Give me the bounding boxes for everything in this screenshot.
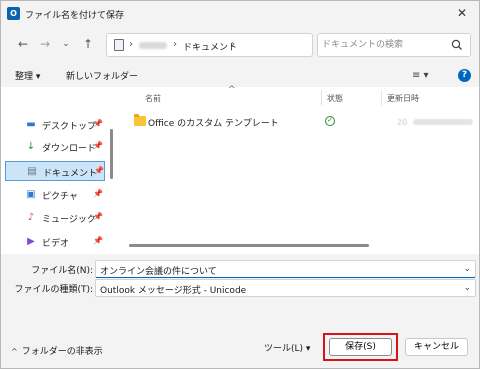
sidebar-item-pictures[interactable]: ▣ ピクチャ 📌 — [5, 185, 105, 205]
save-button[interactable]: 保存(S) — [329, 338, 392, 356]
sidebar-item-label: ドキュメント — [43, 169, 98, 179]
sidebar-item-music[interactable]: ♪ ミュージック 📌 — [5, 208, 105, 228]
chevron-down-icon[interactable]: ⌄ — [463, 283, 471, 293]
column-header-modified[interactable]: 更新日時 — [387, 93, 419, 104]
sidebar-item-label: ダウンロード — [42, 144, 97, 154]
filename-field[interactable]: オンライン会議の件について ⌄ — [95, 260, 476, 278]
sidebar-item-label: ピクチャ — [42, 192, 78, 202]
save-as-dialog: O ファイル名を付けて保存 ✕ ← → ⌄ ↑ › › ドキュメント › ⌄ ↻… — [0, 0, 480, 369]
sidebar-item-desktop[interactable]: ▬ デスクトップ 📌 — [5, 115, 105, 135]
hide-folders-label: フォルダーの非表示 — [21, 347, 103, 357]
filetype-label: ファイルの種類(T): — [14, 285, 93, 295]
filename-label: ファイル名(N): — [31, 266, 93, 276]
documents-icon: ▤ — [27, 166, 37, 177]
tools-menu-button[interactable]: ツール(L) ▾ — [264, 341, 310, 354]
sidebar-item-downloads[interactable]: ↓ ダウンロード 📌 — [5, 137, 105, 157]
view-options-icon[interactable]: ≡ ▾ — [412, 70, 429, 81]
sidebar-item-label: デスクトップ — [42, 122, 97, 132]
pictures-icon: ▣ — [26, 189, 36, 200]
new-folder-button[interactable]: 新しいフォルダー — [66, 69, 138, 82]
hide-folders-button[interactable]: ^ フォルダーの非表示 — [11, 344, 103, 357]
modified-date: 20 — [397, 118, 477, 127]
file-list: 名前 ^ 状態 更新日時 Office のカスタム テンプレート ✓ 20 — [119, 85, 479, 254]
videos-icon: ▶ — [27, 236, 35, 247]
up-button[interactable]: ↑ — [80, 36, 96, 52]
breadcrumb-separator: › — [173, 39, 177, 50]
filetype-select[interactable]: Outlook メッセージ形式 - Unicode ⌄ — [95, 279, 476, 297]
filename-value: オンライン会議の件について — [100, 267, 217, 277]
organize-menu-button[interactable]: 整理 ▾ — [15, 69, 40, 82]
search-icon[interactable] — [450, 38, 464, 52]
pin-icon[interactable]: 📌 — [93, 141, 103, 150]
dialog-title: ファイル名を付けて保存 — [25, 11, 125, 21]
pin-icon[interactable]: 📌 — [93, 236, 103, 245]
breadcrumb-documents[interactable]: ドキュメント — [183, 40, 237, 53]
search-box — [317, 33, 471, 57]
sort-ascending-icon: ^ — [228, 85, 236, 95]
forward-button[interactable]: → — [37, 36, 53, 52]
cancel-button[interactable]: キャンセル — [405, 338, 468, 356]
address-bar[interactable]: › › ドキュメント › ⌄ ↻ — [106, 33, 406, 57]
filetype-row: ファイルの種類(T): Outlook メッセージ形式 - Unicode ⌄ — [1, 278, 479, 298]
navigation-bar: ← → ⌄ ↑ › › ドキュメント › ⌄ ↻ — [1, 29, 479, 61]
column-divider[interactable] — [321, 90, 322, 106]
sidebar-scrollbar[interactable] — [110, 129, 113, 179]
browser-pane: ▬ デスクトップ 📌 ↓ ダウンロード 📌 ▤ ドキュメント 📌 ▣ ピクチャ … — [1, 85, 479, 254]
sidebar-item-documents[interactable]: ▤ ドキュメント 📌 — [5, 161, 105, 181]
sidebar-item-label: ビデオ — [42, 239, 70, 249]
list-item[interactable]: Office のカスタム テンプレート ✓ 20 — [127, 113, 474, 131]
pin-icon[interactable]: 📌 — [94, 166, 104, 175]
file-name: Office のカスタム テンプレート — [148, 119, 279, 129]
close-button[interactable]: ✕ — [445, 1, 479, 26]
pin-icon[interactable]: 📌 — [93, 119, 103, 128]
outlook-app-icon: O — [7, 7, 20, 20]
horizontal-scrollbar[interactable] — [129, 244, 369, 247]
breadcrumb-separator[interactable]: › — [231, 39, 235, 50]
download-icon: ↓ — [26, 141, 36, 152]
desktop-icon: ▬ — [26, 119, 36, 130]
chevron-up-icon: ^ — [11, 347, 18, 356]
sidebar-item-label: ミュージック — [42, 215, 96, 225]
navigation-sidebar: ▬ デスクトップ 📌 ↓ ダウンロード 📌 ▤ ドキュメント 📌 ▣ ピクチャ … — [1, 87, 109, 254]
music-icon: ♪ — [27, 212, 35, 223]
folder-icon — [134, 114, 146, 126]
column-header-status[interactable]: 状態 — [327, 93, 343, 104]
command-toolbar: 整理 ▾ 新しいフォルダー ≡ ▾ ? — [1, 65, 479, 87]
documents-icon — [114, 39, 124, 51]
redacted-user-folder — [139, 42, 167, 49]
back-button[interactable]: ← — [15, 36, 31, 52]
synced-icon: ✓ — [325, 116, 335, 126]
chevron-down-icon[interactable]: ⌄ — [463, 264, 471, 274]
pin-icon[interactable]: 📌 — [93, 212, 103, 221]
filetype-value: Outlook メッセージ形式 - Unicode — [100, 286, 247, 296]
search-input[interactable] — [322, 38, 442, 52]
sidebar-item-videos[interactable]: ▶ ビデオ 📌 — [5, 232, 105, 252]
dialog-footer: ^ フォルダーの非表示 ツール(L) ▾ 保存(S) キャンセル — [1, 323, 479, 369]
recent-locations-button[interactable]: ⌄ — [58, 36, 74, 52]
filename-row: ファイル名(N): オンライン会議の件について ⌄ — [1, 259, 479, 279]
help-icon[interactable]: ? — [458, 69, 471, 82]
column-divider[interactable] — [381, 90, 382, 106]
breadcrumb-separator: › — [129, 39, 133, 50]
column-header-name[interactable]: 名前 — [145, 93, 161, 104]
title-bar: O ファイル名を付けて保存 ✕ — [1, 1, 479, 26]
pin-icon[interactable]: 📌 — [93, 189, 103, 198]
